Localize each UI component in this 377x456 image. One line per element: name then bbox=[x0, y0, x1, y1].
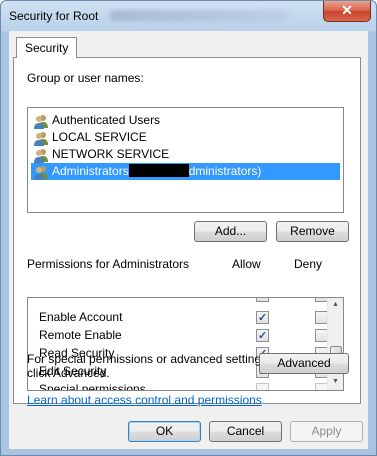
advanced-hint-line2: click Advanced. bbox=[27, 366, 110, 380]
apply-button: Apply bbox=[290, 421, 363, 442]
allow-checkbox[interactable] bbox=[256, 309, 269, 327]
permission-name: Special permissions bbox=[39, 382, 146, 391]
tab-panel: Group or user names: Authenticated Users… bbox=[13, 57, 361, 407]
group-names-label: Group or user names: bbox=[27, 71, 144, 85]
ok-button[interactable]: OK bbox=[128, 421, 201, 442]
permission-row: Remote Enable bbox=[28, 326, 328, 345]
list-item-label: Administrators dministrators) bbox=[52, 163, 261, 180]
permission-row: Special permissions bbox=[28, 380, 328, 391]
users-icon bbox=[34, 149, 48, 163]
group-user-list[interactable]: Authenticated Users LOCAL SERVICE NETWOR… bbox=[27, 107, 344, 213]
list-item[interactable]: NETWORK SERVICE bbox=[31, 146, 340, 163]
permissions-scrollbar[interactable]: ▲ ▼ bbox=[327, 298, 343, 390]
redaction-bar bbox=[128, 164, 189, 177]
add-button[interactable]: Add... bbox=[194, 221, 267, 242]
list-item-label: NETWORK SERVICE bbox=[52, 147, 170, 161]
permission-row: Enable Account bbox=[28, 308, 328, 327]
scroll-down-icon[interactable]: ▼ bbox=[332, 378, 339, 385]
deny-header: Deny bbox=[294, 257, 323, 271]
remove-button[interactable]: Remove bbox=[276, 221, 349, 242]
permission-name: Enable Account bbox=[39, 310, 123, 324]
close-icon: ✕ bbox=[341, 2, 353, 18]
list-item[interactable]: Authenticated Users bbox=[31, 112, 340, 129]
admin-name-start: Administrators bbox=[52, 164, 129, 178]
dialog-client-area: Security Group or user names: Authentica… bbox=[9, 31, 368, 449]
advanced-hint-line1: For special permissions or advanced sett… bbox=[27, 352, 271, 366]
users-icon bbox=[34, 115, 48, 129]
permission-name: Remote Enable bbox=[39, 328, 122, 342]
allow-checkbox[interactable] bbox=[256, 327, 269, 345]
list-item-label: LOCAL SERVICE bbox=[52, 130, 147, 144]
list-item[interactable]: LOCAL SERVICE bbox=[31, 129, 340, 146]
advanced-button[interactable]: Advanced bbox=[259, 353, 349, 374]
allow-checkbox-disabled bbox=[256, 383, 269, 390]
users-icon bbox=[34, 132, 48, 146]
tab-security[interactable]: Security bbox=[16, 37, 78, 58]
cancel-button[interactable]: Cancel bbox=[209, 421, 282, 442]
list-item-selected[interactable]: Administrators dministrators) bbox=[31, 163, 340, 180]
admin-name-end: dministrators) bbox=[188, 164, 262, 178]
security-dialog: Security for Root ✕ Security Group or us… bbox=[0, 0, 377, 456]
title-bar[interactable]: Security for Root ✕ bbox=[1, 1, 376, 31]
window-title: Security for Root bbox=[9, 9, 99, 23]
list-item-label: Authenticated Users bbox=[52, 113, 161, 127]
blurred-title-region bbox=[109, 10, 289, 21]
permissions-label: Permissions for Administrators bbox=[27, 257, 190, 271]
close-button[interactable]: ✕ bbox=[323, 1, 371, 22]
users-icon bbox=[34, 166, 48, 180]
allow-checkbox-partial[interactable] bbox=[256, 298, 269, 302]
help-link[interactable]: Learn about access control and permissio… bbox=[27, 393, 262, 407]
scroll-up-icon[interactable]: ▲ bbox=[332, 301, 339, 308]
tab-security-label: Security bbox=[25, 41, 69, 55]
allow-header: Allow bbox=[232, 257, 261, 271]
